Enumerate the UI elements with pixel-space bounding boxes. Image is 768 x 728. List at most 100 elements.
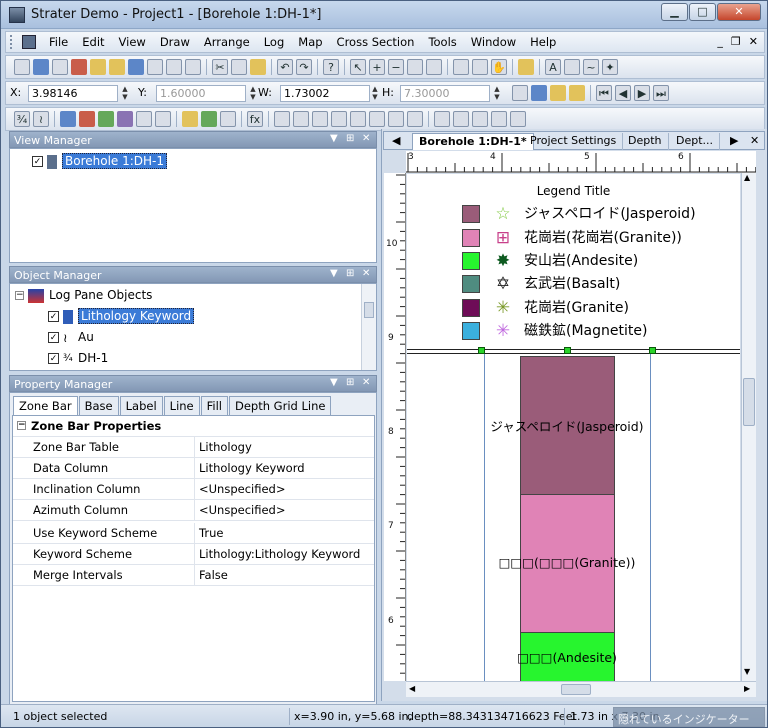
tab-project-settings[interactable]: Project Settings — [524, 133, 624, 150]
zoom-rect-icon[interactable] — [426, 59, 442, 75]
cut-icon[interactable]: ✂ — [212, 59, 228, 75]
settings-icon[interactable] — [472, 111, 488, 127]
tree-item-dh1[interactable]: ✓ ¾ DH-1 — [48, 349, 108, 367]
polygon-icon[interactable] — [564, 59, 580, 75]
text-log-icon[interactable] — [220, 111, 236, 127]
selection-handle[interactable] — [564, 347, 571, 354]
text-icon[interactable]: A — [545, 59, 561, 75]
zoom-page-icon[interactable] — [453, 59, 469, 75]
tab-label[interactable]: Label — [119, 396, 163, 415]
selection-handle[interactable] — [649, 347, 656, 354]
tree-item-label[interactable]: Lithology Keyword — [78, 308, 195, 324]
y-spinner[interactable]: ▲ ▼ — [248, 85, 258, 102]
checkbox-icon[interactable]: ✓ — [48, 332, 59, 343]
borehole-icon[interactable] — [33, 59, 49, 75]
next-icon[interactable]: ▶ — [634, 85, 650, 101]
object-manager-scrollbar[interactable] — [361, 284, 376, 370]
scroll-thumb[interactable] — [561, 684, 591, 695]
bar-log-icon[interactable] — [117, 111, 133, 127]
prev-icon[interactable]: ◀ — [615, 85, 631, 101]
checkbox-icon[interactable]: ✓ — [48, 311, 59, 322]
grid-icon[interactable] — [274, 111, 290, 127]
h-spinner[interactable]: ▲ ▼ — [492, 85, 502, 102]
panel-menu-icon[interactable]: ▼ — [330, 268, 338, 279]
property-value[interactable]: Lithology Keyword — [194, 458, 374, 478]
tab-line[interactable]: Line — [163, 396, 200, 415]
menu-edit[interactable]: Edit — [75, 35, 111, 50]
legend-title[interactable]: Legend Title — [407, 184, 740, 198]
pin-icon[interactable]: ⊞ — [346, 377, 354, 388]
property-value[interactable]: <Unspecified> — [194, 500, 374, 520]
panel-menu-icon[interactable]: ▼ — [330, 133, 338, 144]
align-icon[interactable] — [331, 111, 347, 127]
template-icon[interactable] — [434, 111, 450, 127]
property-value[interactable]: True — [194, 523, 374, 543]
grip-icon[interactable] — [10, 35, 13, 49]
plot-canvas[interactable]: Legend Title ☆ ジャスペロイド(Jasperoid) ⊞ 花崗岩(… — [407, 174, 740, 681]
property-row[interactable]: Merge Intervals False — [13, 565, 374, 586]
scroll-left-icon[interactable]: ◀ — [409, 684, 415, 693]
line-log-icon[interactable]: ≀ — [33, 111, 49, 127]
menu-help[interactable]: Help — [523, 35, 563, 50]
save-icon[interactable] — [128, 59, 144, 75]
property-row[interactable]: Azimuth Column <Unspecified> — [13, 500, 374, 521]
view-item-checkbox[interactable]: ✓ — [32, 156, 43, 167]
minimize-button[interactable]: ▁ — [661, 3, 688, 21]
close-button[interactable]: ✕ — [717, 3, 761, 21]
x-field[interactable]: 3.98146 — [28, 85, 118, 102]
menu-view[interactable]: View — [112, 35, 153, 50]
scroll-up-icon[interactable]: ▲ — [744, 173, 750, 182]
property-value[interactable]: <Unspecified> — [194, 479, 374, 499]
tab-scroll-left-icon[interactable]: ◀ — [386, 133, 406, 150]
property-value[interactable]: Lithology — [194, 437, 374, 457]
w-spinner[interactable]: ▲ ▼ — [370, 85, 380, 102]
menu-file[interactable]: File — [42, 35, 75, 50]
property-row[interactable]: Keyword Scheme Lithology:Lithology Keywor… — [13, 544, 374, 565]
mdi-restore-button[interactable]: ❐ — [731, 35, 741, 48]
y-field[interactable]: 1.60000 — [156, 85, 246, 102]
document-icon[interactable] — [22, 35, 36, 49]
horizontal-scrollbar[interactable]: ◀ ▶ — [406, 681, 756, 697]
select-arrow-icon[interactable]: ↖ — [350, 59, 366, 75]
well-construction-icon[interactable] — [201, 111, 217, 127]
scheme-icon[interactable] — [453, 111, 469, 127]
checkbox-icon[interactable]: ✓ — [48, 353, 59, 364]
mdi-close-button[interactable]: ✕ — [749, 35, 758, 48]
property-row[interactable]: Inclination Column <Unspecified> — [13, 479, 374, 500]
zoom-in-icon[interactable]: + — [369, 59, 385, 75]
depth-log-icon[interactable]: ¾ — [14, 111, 30, 127]
tab-zone-bar[interactable]: Zone Bar — [13, 396, 78, 416]
pin-icon[interactable]: ⊞ — [346, 133, 354, 144]
property-value[interactable]: False — [194, 565, 374, 585]
paste-icon[interactable] — [250, 59, 266, 75]
image-log-icon[interactable] — [182, 111, 198, 127]
paint-icon[interactable] — [569, 85, 585, 101]
undo-icon[interactable]: ↶ — [277, 59, 293, 75]
properties-icon[interactable] — [518, 59, 534, 75]
selection-handle[interactable] — [478, 347, 485, 354]
view-item-borehole[interactable]: ✓ Borehole 1:DH-1 — [32, 152, 168, 170]
group-icon[interactable] — [293, 111, 309, 127]
zoom-actual-icon[interactable] — [472, 59, 488, 75]
zoom-out-icon[interactable]: − — [388, 59, 404, 75]
scale-icon[interactable] — [407, 111, 423, 127]
menu-window[interactable]: Window — [464, 35, 523, 50]
property-row[interactable]: Zone Bar Table Lithology — [13, 437, 374, 458]
redo-icon[interactable]: ↷ — [296, 59, 312, 75]
collapse-icon[interactable]: − — [15, 291, 24, 300]
tab-borehole[interactable]: Borehole 1:DH-1* — [412, 133, 534, 150]
menu-log[interactable]: Log — [257, 35, 292, 50]
menu-cross-section[interactable]: Cross Section — [330, 35, 422, 50]
close-icon[interactable]: ✕ — [362, 377, 370, 388]
link-icon[interactable] — [531, 85, 547, 101]
menu-tools[interactable]: Tools — [421, 35, 463, 50]
property-group-zone-bar[interactable]: − Zone Bar Properties — [13, 416, 374, 437]
arrange-icon[interactable] — [312, 111, 328, 127]
collapse-icon[interactable]: − — [17, 421, 26, 430]
table-icon[interactable] — [90, 59, 106, 75]
crossplot-icon[interactable] — [98, 111, 114, 127]
property-value[interactable]: Lithology:Lithology Keyword — [194, 544, 374, 564]
order-icon[interactable] — [369, 111, 385, 127]
menu-arrange[interactable]: Arrange — [197, 35, 257, 50]
mapview-icon[interactable] — [52, 59, 68, 75]
